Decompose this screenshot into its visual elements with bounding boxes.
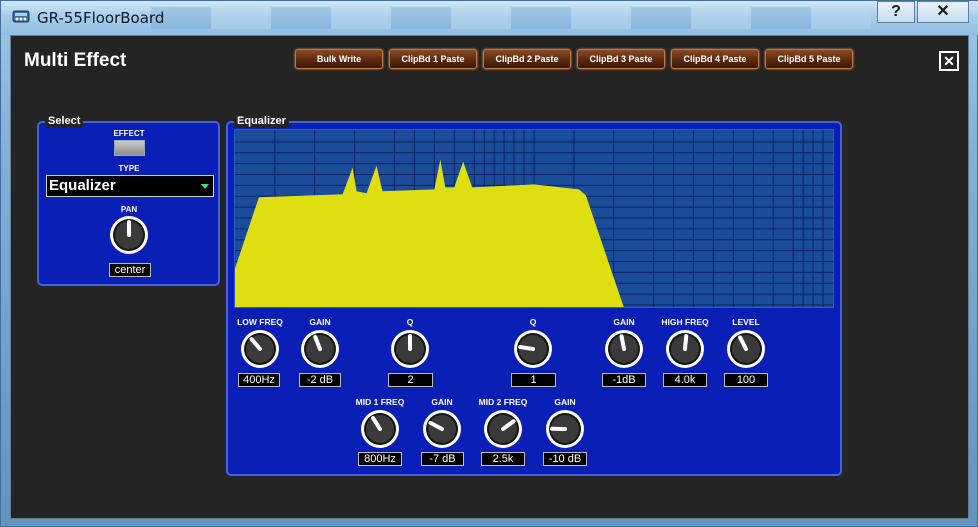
mid2-freq-value: 2.5k [481,452,525,466]
panel-title: Multi Effect [24,50,127,71]
mid1-q-value: 2 [388,373,433,387]
mid2-gain-value: -10 dB [543,452,587,466]
equalizer-group: Equalizer LOW FREQ 400Hz GAIN -2 dB Q 2 … [226,114,842,476]
chevron-down-icon [201,184,209,189]
mid1-freq-value: 800Hz [358,452,402,466]
level-value: 100 [724,373,768,387]
pan-knob[interactable] [109,215,149,255]
clipbd-5-paste-button[interactable]: ClipBd 5 Paste [765,49,853,69]
eq-response-graph [234,129,834,308]
clipbd-1-paste-button[interactable]: ClipBd 1 Paste [389,49,477,69]
level-label: LEVEL [732,317,760,327]
low-gain-knob[interactable] [300,329,340,369]
bulk-write-button[interactable]: Bulk Write [295,49,383,69]
low-freq-label: LOW FREQ [237,317,283,327]
mid1-q-label: Q [406,317,414,327]
mid2-gain-label: GAIN [554,397,576,407]
title-bar: GR-55FloorBoard ? ✕ [1,1,978,35]
select-group-title: Select [45,114,84,128]
app-logo-icon [12,10,30,23]
mid2-q-label: Q [529,317,537,327]
window-title: GR-55FloorBoard [37,9,165,27]
type-select[interactable]: Equalizer [46,175,214,197]
mid2-q-knob[interactable] [513,329,553,369]
low-gain-label: GAIN [309,317,331,327]
select-group: Select EFFECT TYPE Equalizer PAN center [37,114,220,286]
equalizer-group-title: Equalizer [234,114,289,128]
mid1-freq-label: MID 1 FREQ [355,397,405,407]
high-freq-value: 4.0k [663,373,707,387]
clipbd-3-paste-button[interactable]: ClipBd 3 Paste [577,49,665,69]
low-gain-value: -2 dB [299,373,341,387]
mid1-gain-knob[interactable] [422,409,462,449]
high-freq-label: HIGH FREQ [661,317,709,327]
multi-effect-panel: Multi Effect Bulk Write ClipBd 1 Paste C… [10,35,969,519]
effect-toggle[interactable] [114,140,145,156]
help-button[interactable]: ? [877,1,915,23]
high-gain-value: -1dB [602,373,646,387]
mid1-gain-label: GAIN [431,397,453,407]
effect-label: EFFECT [113,129,145,138]
mid2-q-value: 1 [511,373,556,387]
knob-pointer [683,334,689,351]
mid2-gain-knob[interactable] [545,409,585,449]
mid2-freq-label: MID 2 FREQ [478,397,528,407]
type-label: TYPE [118,164,140,173]
knob-pointer [619,334,626,351]
mid1-gain-value: -7 dB [421,452,464,466]
clipbd-4-paste-button[interactable]: ClipBd 4 Paste [671,49,759,69]
low-freq-knob[interactable] [240,329,280,369]
mid1-freq-knob[interactable] [360,409,400,449]
title-bar-background [151,7,871,29]
panel-close-button[interactable]: ✕ [939,51,959,71]
high-gain-knob[interactable] [604,329,644,369]
app-window: GR-55FloorBoard ? ✕ Multi Effect Bulk Wr… [0,0,978,527]
window-close-button[interactable]: ✕ [917,1,969,23]
pan-label: PAN [120,205,138,214]
knob-pointer [518,344,535,351]
high-gain-label: GAIN [613,317,635,327]
type-select-value: Equalizer [49,177,116,194]
low-freq-value: 400Hz [238,373,280,387]
clipbd-2-paste-button[interactable]: ClipBd 2 Paste [483,49,571,69]
high-freq-knob[interactable] [665,329,705,369]
mid1-q-knob[interactable] [390,329,430,369]
pan-value: center [109,263,151,277]
mid2-freq-knob[interactable] [483,409,523,449]
level-knob[interactable] [726,329,766,369]
